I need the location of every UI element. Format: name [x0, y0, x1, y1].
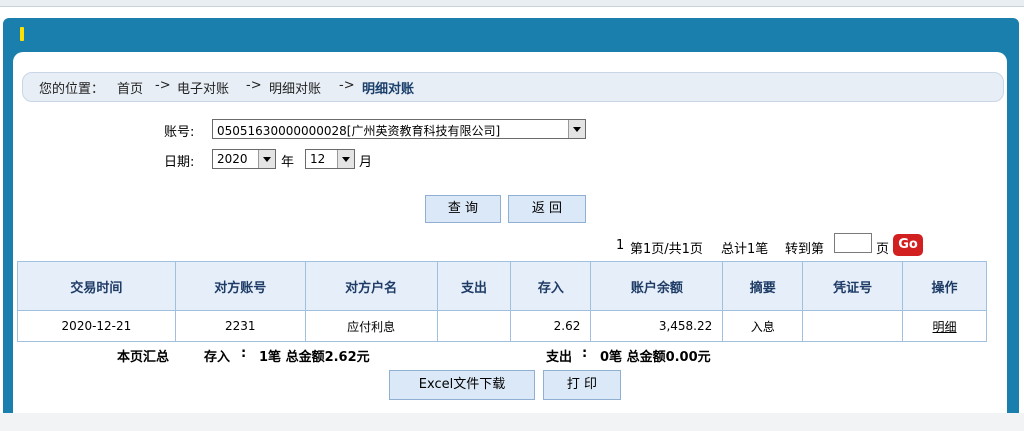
bottom-bar — [0, 413, 1024, 431]
panel-marker — [20, 27, 24, 41]
pager-page-unit: 页 — [876, 242, 890, 257]
cell-time: 2020-12-21 — [17, 310, 176, 342]
year-select[interactable]: 2020 — [212, 149, 276, 169]
withdraw-colon: : — [582, 346, 588, 361]
cell-voucher — [802, 310, 904, 342]
month-select-value: 12 — [310, 152, 326, 166]
breadcrumb-reconciliation[interactable]: 电子对账 — [177, 78, 229, 97]
col-header-action: 操作 — [902, 261, 987, 311]
withdraw-summary: 0笔 总金额0.00元 — [600, 350, 711, 365]
account-select[interactable]: 05051630000000028[广州英资教育科技有限公司] — [212, 119, 586, 139]
year-unit: 年 — [281, 155, 295, 170]
transaction-table: 交易时间 对方账号 对方户名 支出 存入 账户余额 摘要 凭证号 操作 2020… — [17, 261, 987, 342]
month-select[interactable]: 12 — [305, 149, 355, 169]
cell-counter-name: 应付利息 — [304, 310, 438, 342]
col-header-counter-name: 对方户名 — [304, 261, 438, 311]
breadcrumb-separator: -> — [339, 78, 355, 93]
breadcrumb-current: 明细对账 — [362, 82, 415, 97]
top-border — [0, 0, 1024, 7]
cell-summary: 入息 — [722, 310, 804, 342]
col-header-deposit: 存入 — [510, 261, 592, 311]
print-button[interactable]: 打 印 — [543, 370, 621, 400]
page-number-input[interactable] — [834, 233, 872, 253]
col-header-summary: 摘要 — [722, 261, 804, 311]
excel-download-button[interactable]: Excel文件下载 — [389, 370, 535, 400]
breadcrumb-separator: -> — [246, 78, 262, 93]
page-summary-label: 本页汇总 — [117, 350, 170, 365]
pager-info: 第1页/共1页 — [630, 242, 703, 257]
cell-deposit: 2.62 — [510, 310, 592, 342]
pager-current: 1 — [616, 238, 625, 253]
breadcrumb: 您的位置： 首页 -> 电子对账 -> 明细对账 -> 明细对账 — [22, 72, 1004, 102]
year-select-value: 2020 — [217, 152, 248, 166]
table-row: 2020-12-21 2231 应付利息 2.62 3,458.22 入息 明细 — [17, 310, 987, 342]
deposit-summary: 1笔 总金额2.62元 — [259, 350, 370, 365]
breadcrumb-detail[interactable]: 明细对账 — [269, 78, 321, 97]
col-header-time: 交易时间 — [17, 261, 176, 311]
breadcrumb-separator: -> — [155, 78, 171, 93]
pager-goto-label: 转到第 — [785, 242, 825, 257]
cell-expense — [436, 310, 512, 342]
cell-balance: 3,458.22 — [590, 310, 724, 342]
chevron-down-icon — [568, 120, 585, 138]
month-unit: 月 — [359, 155, 373, 170]
deposit-tag: 存入 — [204, 350, 231, 365]
back-button[interactable]: 返 回 — [508, 195, 586, 223]
breadcrumb-home[interactable]: 首页 — [117, 78, 143, 97]
go-button[interactable]: Go — [893, 234, 923, 256]
chevron-down-icon — [258, 150, 275, 168]
col-header-counter-account: 对方账号 — [174, 261, 306, 311]
col-header-balance: 账户余额 — [590, 261, 724, 311]
withdraw-tag: 支出 — [546, 350, 573, 365]
account-label: 账号: — [164, 125, 195, 140]
query-button[interactable]: 查 询 — [425, 195, 501, 223]
col-header-expense: 支出 — [436, 261, 512, 311]
col-header-voucher: 凭证号 — [802, 261, 904, 311]
deposit-colon: : — [241, 346, 247, 361]
date-label: 日期: — [164, 155, 195, 170]
table-header-row: 交易时间 对方账号 对方户名 支出 存入 账户余额 摘要 凭证号 操作 — [17, 261, 987, 311]
detail-link[interactable]: 明细 — [902, 310, 987, 342]
chevron-down-icon — [337, 150, 354, 168]
pager-total: 总计1笔 — [721, 242, 769, 257]
cell-counter-account: 2231 — [174, 310, 306, 342]
account-select-value: 05051630000000028[广州英资教育科技有限公司] — [217, 124, 501, 138]
breadcrumb-prefix: 您的位置： — [39, 82, 105, 97]
